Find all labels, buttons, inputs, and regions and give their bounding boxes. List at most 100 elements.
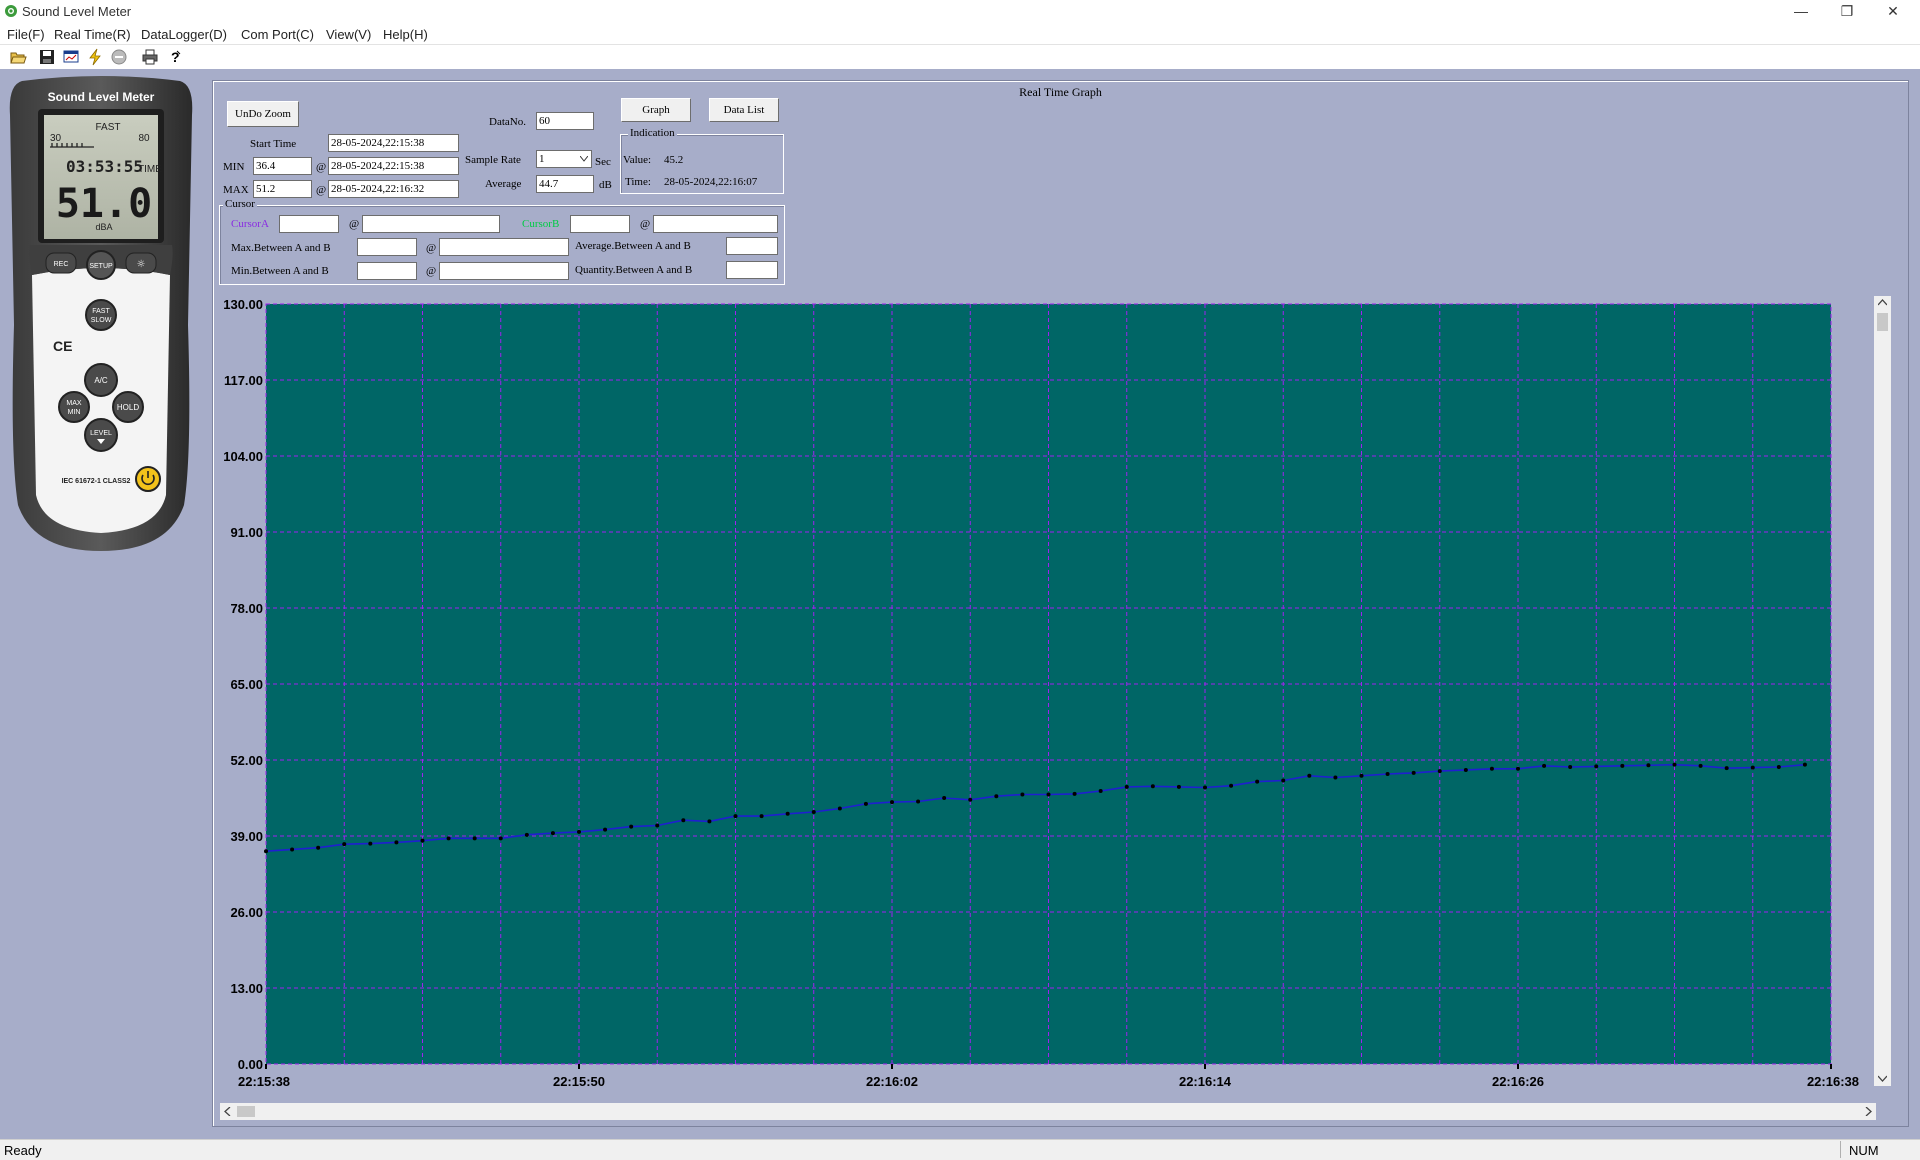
undo-zoom-button[interactable]: UnDo Zoom: [227, 101, 299, 127]
meter-brand: Sound Level Meter: [48, 90, 155, 104]
print-icon[interactable]: [141, 48, 159, 66]
min-time-field[interactable]: 28-05-2024,22:15:38: [328, 157, 459, 175]
title-bar: Sound Level Meter — ❐ ✕: [0, 0, 1920, 24]
open-folder-icon[interactable]: [9, 48, 27, 66]
max-between-value-field[interactable]: [357, 238, 417, 256]
graph-button[interactable]: Graph: [621, 98, 691, 122]
data-point: [1124, 784, 1129, 789]
scroll-down-icon[interactable]: [1878, 1075, 1887, 1082]
max-at-label: @: [316, 184, 327, 196]
meter-clock: 03:53:55: [66, 157, 143, 176]
data-point: [890, 800, 894, 805]
data-point: [264, 849, 268, 854]
scroll-left-icon[interactable]: [224, 1107, 231, 1116]
datano-field[interactable]: 60: [536, 112, 594, 130]
start-time-label: Start Time: [250, 138, 297, 150]
data-point: [1594, 764, 1599, 769]
data-point: [1385, 772, 1390, 777]
data-point: [1150, 784, 1155, 789]
close-button[interactable]: ✕: [1870, 0, 1916, 24]
data-point: [1620, 763, 1625, 768]
restore-button[interactable]: ❐: [1824, 0, 1870, 24]
sample-rate-select[interactable]: 1: [536, 150, 592, 168]
data-point: [498, 836, 503, 841]
min-value-field[interactable]: 36.4: [253, 157, 312, 175]
toolbar: ?: [0, 44, 1920, 70]
data-point: [1333, 775, 1338, 780]
max-label: MAX: [223, 184, 249, 196]
meter-hold-button: HOLD: [112, 391, 144, 423]
indication-value: 45.2: [664, 154, 684, 166]
data-point: [1176, 784, 1181, 789]
quantity-between-field[interactable]: [726, 261, 778, 279]
horizontal-scrollbar[interactable]: [220, 1103, 1876, 1120]
menu-file[interactable]: File(F): [7, 27, 45, 42]
scroll-up-icon[interactable]: [1878, 299, 1887, 306]
ce-mark: CE: [53, 338, 72, 354]
db-label: dB: [599, 179, 612, 191]
indication-label: Indication: [628, 127, 677, 139]
max-between-at: @: [426, 242, 437, 254]
y-tick-label: 117.00: [224, 373, 263, 388]
data-list-button[interactable]: Data List: [709, 98, 779, 122]
sec-label: Sec: [595, 156, 611, 168]
max-between-time-field[interactable]: [439, 238, 569, 256]
x-tick-label: 22:16:38: [1807, 1074, 1859, 1089]
real-time-chart[interactable]: 130.00 117.00 104.00 91.00 78.00 65.00 52.00 39…: [212, 290, 1872, 1090]
vertical-scrollbar[interactable]: [1874, 296, 1891, 1086]
meter-maxmin-button: MAX MIN: [58, 391, 90, 423]
menu-com-port[interactable]: Com Port(C): [241, 27, 314, 42]
stop-icon[interactable]: [110, 48, 128, 66]
x-tick-label: 22:16:02: [866, 1074, 918, 1089]
data-point: [837, 806, 842, 811]
y-tick-label: 78.00: [230, 601, 263, 616]
horizontal-scroll-thumb[interactable]: [237, 1106, 255, 1117]
cursor-b-time-field[interactable]: [653, 215, 778, 233]
minimize-button[interactable]: —: [1778, 0, 1824, 24]
vertical-scroll-thumb[interactable]: [1877, 313, 1888, 331]
x-tick-label: 22:15:50: [553, 1074, 605, 1089]
help-icon[interactable]: ?: [166, 48, 184, 66]
meter-level-button: LEVEL: [84, 418, 118, 452]
svg-text:HOLD: HOLD: [117, 403, 139, 412]
data-point: [863, 801, 868, 806]
menu-datalogger[interactable]: DataLogger(D): [141, 27, 227, 42]
data-point: [472, 836, 477, 841]
min-between-time-field[interactable]: [439, 262, 569, 280]
cursor-b-value-field[interactable]: [570, 215, 630, 233]
scroll-right-icon[interactable]: [1865, 1107, 1872, 1116]
menu-real-time[interactable]: Real Time(R): [54, 27, 131, 42]
menu-view[interactable]: View(V): [326, 27, 371, 42]
svg-text:?: ?: [171, 49, 180, 65]
svg-text:MAX: MAX: [66, 400, 82, 407]
cursor-group: Cursor CursorA @ CursorB @ Max.Between A…: [219, 198, 785, 285]
data-point: [1359, 773, 1364, 778]
data-point: [577, 829, 581, 834]
data-point: [446, 836, 451, 841]
monitor-icon[interactable]: [62, 48, 80, 66]
y-tick-label: 91.00: [230, 525, 263, 540]
min-between-value-field[interactable]: [357, 262, 417, 280]
svg-text:☼: ☼: [137, 259, 146, 270]
meter-time-label: TIME: [138, 164, 162, 175]
indication-time: 28-05-2024,22:16:07: [664, 176, 758, 188]
cursor-a-value-field[interactable]: [279, 215, 339, 233]
save-icon[interactable]: [38, 48, 56, 66]
menu-help[interactable]: Help(H): [383, 27, 428, 42]
average-field[interactable]: 44.7: [536, 175, 594, 193]
data-point: [1229, 783, 1234, 788]
average-label: Average: [485, 178, 522, 190]
connect-lightning-icon[interactable]: [86, 48, 104, 66]
cursor-label: Cursor: [223, 198, 257, 210]
time-label: Time:: [625, 176, 651, 188]
cursor-a-time-field[interactable]: [362, 215, 500, 233]
data-point: [733, 814, 738, 819]
max-value-field[interactable]: 51.2: [253, 180, 312, 198]
max-time-field[interactable]: 28-05-2024,22:16:32: [328, 180, 459, 198]
average-between-field[interactable]: [726, 237, 778, 255]
data-point: [1516, 766, 1520, 771]
indication-group: Indication Value: 45.2 Time: 28-05-2024,…: [620, 127, 784, 194]
data-point: [1672, 762, 1677, 767]
start-time-field[interactable]: 28-05-2024,22:15:38: [328, 134, 459, 152]
status-divider: [1840, 1141, 1841, 1158]
